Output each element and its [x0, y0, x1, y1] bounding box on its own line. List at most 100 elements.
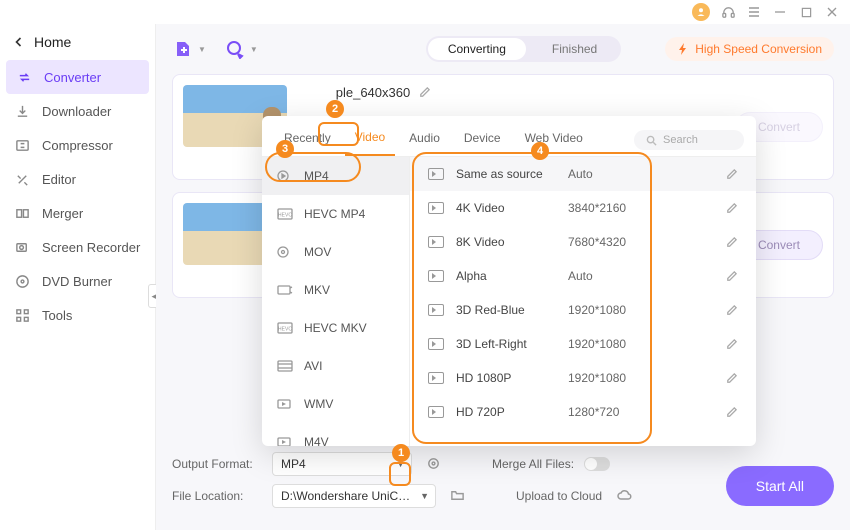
home-button[interactable]: Home [0, 24, 155, 60]
search-placeholder: Search [663, 134, 698, 146]
tab-segment: Converting Finished [426, 36, 621, 62]
add-file-button[interactable] [172, 38, 194, 60]
upload-label: Upload to Cloud [516, 489, 602, 503]
edit-icon[interactable] [725, 236, 738, 249]
video-icon [276, 169, 294, 183]
task-title: Sample_640x360 [301, 85, 735, 100]
sidebar-label: Merger [42, 206, 83, 221]
sidebar-label: Compressor [42, 138, 113, 153]
format-item[interactable]: HEVCHEVC MP4 [262, 195, 409, 233]
edit-icon[interactable] [418, 86, 431, 99]
output-format-select[interactable]: MP4 ▼ [272, 452, 412, 476]
format-item[interactable]: M4V [262, 423, 409, 446]
resolution-item[interactable]: Same as sourceAuto [410, 157, 756, 191]
video-icon [276, 435, 294, 446]
annotation-4: 4 [531, 142, 549, 160]
svg-text:HEVC: HEVC [278, 213, 292, 219]
hsc-label: High Speed Conversion [695, 42, 822, 56]
recorder-icon [14, 239, 30, 255]
bottombar: Output Format: MP4 ▼ Merge All Files: Fi… [156, 442, 850, 530]
edit-icon[interactable] [725, 372, 738, 385]
high-speed-toggle[interactable]: High Speed Conversion [665, 37, 834, 61]
minimize-icon[interactable] [772, 4, 788, 20]
headset-icon[interactable] [720, 4, 736, 20]
resolution-item[interactable]: HD 720P1280*720 [410, 395, 756, 429]
close-icon[interactable] [824, 4, 840, 20]
format-item[interactable]: MKV [262, 271, 409, 309]
menu-icon[interactable] [746, 4, 762, 20]
merge-toggle[interactable] [584, 457, 610, 471]
annotation-1: 1 [392, 444, 410, 462]
merger-icon [14, 205, 30, 221]
chevron-down-icon[interactable]: ▼ [250, 45, 258, 54]
video-icon [276, 397, 294, 411]
tab-finished[interactable]: Finished [528, 36, 621, 62]
sidebar-label: Converter [44, 70, 101, 85]
format-item[interactable]: AVI [262, 347, 409, 385]
format-item-mp4[interactable]: MP4 [262, 157, 409, 195]
folder-icon[interactable] [450, 488, 466, 504]
file-location-label: File Location: [172, 489, 262, 503]
tab-converting[interactable]: Converting [428, 38, 526, 60]
svg-text:HEVC: HEVC [278, 327, 292, 333]
sidebar-item-merger[interactable]: Merger [0, 196, 155, 230]
video-icon [276, 359, 294, 373]
sidebar-item-editor[interactable]: Editor [0, 162, 155, 196]
video-icon: HEVC [276, 207, 294, 221]
resolution-item[interactable]: HD 1080P1920*1080 [410, 361, 756, 395]
sidebar-item-compressor[interactable]: Compressor [0, 128, 155, 162]
video-icon [276, 283, 294, 297]
popup-tabs: Recently Video Audio Device Web Video Se… [262, 116, 756, 157]
tab-device[interactable]: Device [454, 125, 511, 155]
sidebar-item-tools[interactable]: Tools [0, 298, 155, 332]
output-format-label: Output Format: [172, 457, 262, 471]
edit-icon[interactable] [725, 270, 738, 283]
titlebar [0, 0, 850, 24]
chevron-down-icon[interactable]: ▼ [198, 45, 206, 54]
sidebar-label: DVD Burner [42, 274, 112, 289]
tab-web-video[interactable]: Web Video [515, 125, 593, 155]
resolution-item[interactable]: 3D Red-Blue1920*1080 [410, 293, 756, 327]
sidebar: Home Converter Downloader Compressor Edi… [0, 24, 156, 530]
topbar: ▼ ▼ Converting Finished High Speed Conve… [172, 24, 834, 74]
edit-icon[interactable] [725, 304, 738, 317]
video-icon [428, 168, 444, 180]
format-item[interactable]: HEVCHEVC MKV [262, 309, 409, 347]
video-icon [428, 372, 444, 384]
edit-icon[interactable] [725, 338, 738, 351]
resolution-item[interactable]: 4K Video3840*2160 [410, 191, 756, 225]
video-icon [276, 245, 294, 259]
sidebar-item-downloader[interactable]: Downloader [0, 94, 155, 128]
file-location-select[interactable]: D:\Wondershare UniConverter 1 ▼ [272, 484, 436, 508]
video-icon [428, 236, 444, 248]
cloud-icon[interactable] [616, 488, 632, 504]
sidebar-item-screen-recorder[interactable]: Screen Recorder [0, 230, 155, 264]
sidebar-item-converter[interactable]: Converter [6, 60, 149, 94]
tab-video[interactable]: Video [345, 124, 395, 156]
add-url-button[interactable] [224, 38, 246, 60]
maximize-icon[interactable] [798, 4, 814, 20]
sidebar-item-dvd-burner[interactable]: DVD Burner [0, 264, 155, 298]
settings-icon[interactable] [426, 456, 442, 472]
format-item[interactable]: MOV [262, 233, 409, 271]
edit-icon[interactable] [725, 168, 738, 181]
edit-icon[interactable] [725, 406, 738, 419]
format-list: MP4 HEVCHEVC MP4 MOV MKV HEVCHEVC MKV AV… [262, 157, 410, 446]
home-label: Home [34, 34, 71, 50]
start-all-button[interactable]: Start All [726, 466, 834, 506]
edit-icon[interactable] [725, 202, 738, 215]
resolution-item[interactable]: 8K Video7680*4320 [410, 225, 756, 259]
merge-label: Merge All Files: [492, 457, 574, 471]
resolution-item[interactable]: AlphaAuto [410, 259, 756, 293]
user-avatar[interactable] [692, 3, 710, 21]
annotation-3: 3 [276, 140, 294, 158]
annotation-2: 2 [326, 100, 344, 118]
format-item[interactable]: WMV [262, 385, 409, 423]
video-icon [428, 406, 444, 418]
video-icon [428, 202, 444, 214]
sidebar-label: Editor [42, 172, 76, 187]
resolution-item[interactable]: 3D Left-Right1920*1080 [410, 327, 756, 361]
search-input[interactable]: Search [634, 130, 744, 150]
editor-icon [14, 171, 30, 187]
tab-audio[interactable]: Audio [399, 125, 450, 155]
